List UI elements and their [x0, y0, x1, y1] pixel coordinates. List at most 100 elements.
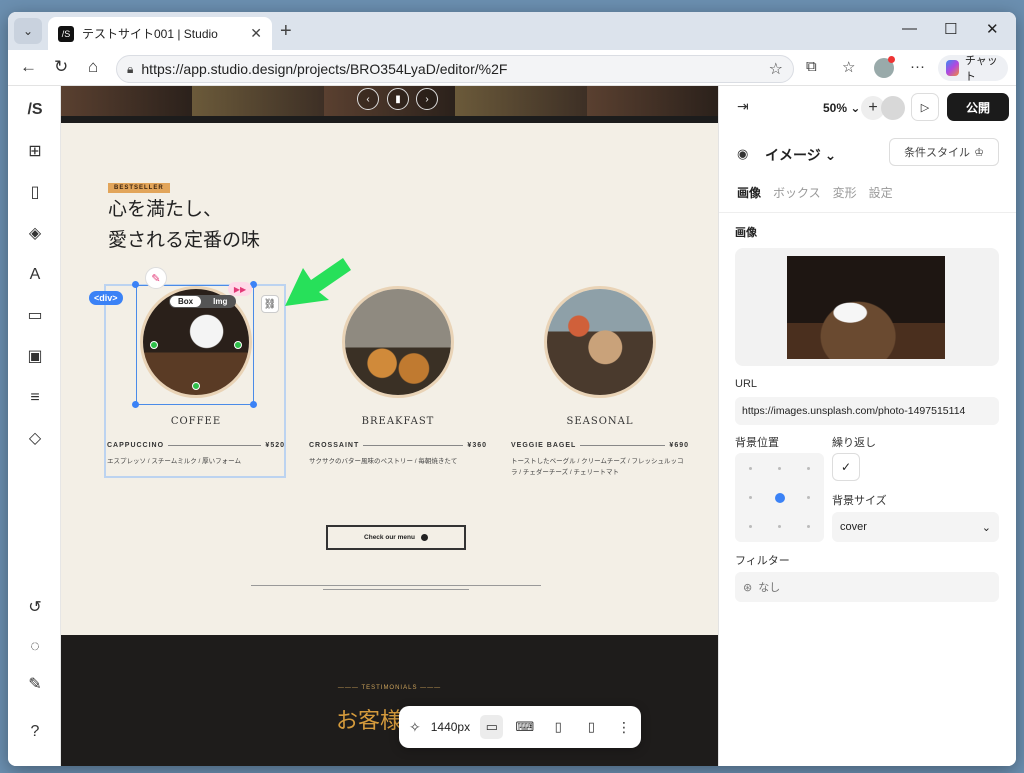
img-tab[interactable]: Img: [205, 296, 235, 307]
green-arrow-annotation: [285, 258, 351, 306]
add-image-icon[interactable]: ▣: [25, 347, 45, 367]
filter-icon: ⊛: [743, 581, 753, 594]
radius-handle-left[interactable]: [150, 341, 158, 349]
minimize-icon[interactable]: —: [902, 20, 917, 37]
item-label: CROSSAINT: [309, 442, 360, 449]
folder-icon[interactable]: ▭: [25, 306, 45, 326]
tab-transform[interactable]: 変形: [833, 184, 857, 201]
components-icon[interactable]: ◇: [25, 429, 45, 449]
bg-size-select[interactable]: cover ⌄: [832, 512, 999, 542]
bagel-image[interactable]: [544, 286, 656, 398]
resize-handle-br[interactable]: [250, 401, 257, 408]
tab-settings[interactable]: 設定: [869, 184, 893, 201]
filter-select[interactable]: ⊛ なし: [735, 572, 999, 602]
image-preview[interactable]: [735, 248, 999, 366]
canvas-width[interactable]: 1440px: [431, 720, 470, 734]
preview-play-icon[interactable]: ▷: [911, 93, 939, 121]
zoom-level[interactable]: 50% ⌄: [823, 101, 860, 115]
user-avatar[interactable]: [881, 96, 905, 120]
studio-logo-icon[interactable]: /S: [25, 100, 45, 120]
resize-handle-tl[interactable]: [132, 281, 139, 288]
slider-next-icon[interactable]: ›: [416, 88, 438, 110]
menu-item-seasonal[interactable]: SEASONAL VEGGIE BAGEL ¥690 トーストしたベーグル / …: [511, 286, 689, 478]
visibility-eye-icon[interactable]: ◉: [737, 146, 748, 162]
tab-box[interactable]: ボックス: [773, 184, 821, 201]
close-tab-icon[interactable]: ✕: [250, 25, 262, 42]
resize-handle-bl[interactable]: [132, 401, 139, 408]
bg-position-center[interactable]: [775, 493, 785, 503]
device-toolbar: ✧ 1440px ▭ ⌨ ▯ ▯ ⋮: [399, 706, 641, 748]
slider-pause-icon[interactable]: ▮: [387, 88, 409, 110]
box-img-toggle[interactable]: Box Img: [169, 295, 237, 308]
tab-image[interactable]: 画像: [737, 184, 761, 201]
image-url-input[interactable]: https://images.unsplash.com/photo-149751…: [735, 397, 999, 425]
slider-prev-icon[interactable]: ‹: [357, 88, 379, 110]
hero-divider: [61, 116, 718, 123]
radius-handle-bottom[interactable]: [192, 382, 200, 390]
home-icon[interactable]: ⌂: [88, 57, 98, 77]
menu-item-breakfast[interactable]: BREAKFAST CROSSAINT ¥360 サクサクのバター風味のペストリ…: [309, 286, 487, 467]
browser-tab[interactable]: /S テストサイト001 | Studio ✕: [48, 17, 272, 50]
comments-icon[interactable]: ◌: [25, 637, 45, 657]
item-price: ¥690: [669, 442, 689, 449]
bg-position-label: 背景位置: [735, 437, 779, 449]
studio-favicon-icon: /S: [58, 25, 74, 42]
history-icon[interactable]: ↺: [25, 598, 45, 618]
item-description: サクサクのバター風味のペストリー / 毎朝焼きたて: [309, 458, 458, 465]
layer-type-dropdown[interactable]: イメージ ⌄: [765, 145, 836, 165]
pen-icon[interactable]: ✎: [145, 267, 167, 289]
collapse-panel-icon[interactable]: ⇥: [737, 98, 749, 115]
property-tabs: 画像 ボックス 変形 設定: [737, 184, 893, 201]
tablet-icon[interactable]: ▯: [547, 715, 570, 739]
url-label: URL: [735, 378, 758, 390]
div-tag[interactable]: <div>: [89, 291, 123, 305]
reload-icon[interactable]: ↻: [54, 57, 68, 77]
crown-icon: ♔: [974, 146, 984, 159]
price-row: CROSSAINT ¥360: [309, 442, 487, 449]
typography-icon[interactable]: A: [25, 265, 45, 285]
laptop-icon[interactable]: ⌨: [513, 715, 536, 739]
radius-handle-right[interactable]: [234, 341, 242, 349]
window-close-icon[interactable]: ✕: [986, 20, 999, 38]
link-icon[interactable]: ⛓: [261, 295, 279, 313]
cms-icon[interactable]: ≡: [25, 388, 45, 408]
edit-icon[interactable]: ✎: [25, 675, 45, 695]
back-icon[interactable]: ←: [20, 57, 37, 77]
section-headline: 心を満たし、 愛される定番の味: [108, 194, 260, 256]
favorite-star-icon[interactable]: ☆: [769, 59, 783, 79]
testimonials-label: ——— TESTIMONIALS ———: [337, 685, 442, 691]
headline-line-2: 愛される定番の味: [108, 229, 261, 251]
conditional-style-button[interactable]: 条件スタイル ♔: [889, 138, 999, 166]
maximize-icon[interactable]: ☐: [944, 20, 957, 38]
copilot-label: チャット: [964, 55, 998, 83]
repeat-label: 繰り返し: [832, 437, 876, 449]
more-icon[interactable]: ···: [910, 58, 925, 75]
repeat-checkbox[interactable]: ✓: [832, 453, 860, 481]
properties-panel: ⇥ 50% ⌄ + ▷ 公開 ◉ イメージ ⌄ 条件スタイル ♔ 画像 ボックス …: [718, 86, 1016, 766]
extensions-icon[interactable]: ⧉: [806, 58, 817, 75]
pages-icon[interactable]: ▯: [25, 183, 45, 203]
copilot-button[interactable]: チャット: [938, 55, 1008, 83]
new-tab-icon[interactable]: +: [280, 20, 292, 43]
item-description: トーストしたベーグル / クリームチーズ / フレッシュルッコラ / チェダーチ…: [511, 458, 684, 476]
url-field[interactable]: 🔒︎ https://app.studio.design/projects/BR…: [116, 55, 794, 83]
tab-actions-icon[interactable]: ⌄: [14, 18, 42, 44]
mobile-icon[interactable]: ▯: [580, 715, 603, 739]
publish-button[interactable]: 公開: [947, 93, 1009, 121]
favorites-icon[interactable]: ☆: [842, 58, 855, 76]
arrow-circle-icon: [420, 534, 428, 541]
desktop-icon[interactable]: ▭: [480, 715, 504, 739]
ai-sparkle-icon[interactable]: ✧: [409, 719, 421, 736]
more-vert-icon[interactable]: ⋮: [617, 719, 631, 736]
bg-position-grid[interactable]: [735, 453, 824, 542]
animation-icon[interactable]: ▶▶: [228, 282, 252, 296]
panel-header: ⇥ 50% ⌄ + ▷ 公開: [719, 86, 1016, 128]
croissant-image[interactable]: [342, 286, 454, 398]
help-icon[interactable]: ?: [25, 722, 45, 742]
layers-icon[interactable]: ◈: [25, 224, 45, 244]
add-elements-icon[interactable]: ⊞: [25, 142, 45, 162]
check-menu-button[interactable]: Check our menu: [326, 525, 466, 550]
box-tab[interactable]: Box: [170, 296, 202, 307]
design-canvas[interactable]: ‹ ▮ › BESTSELLER 心を満たし、 愛される定番の味 COFFEE …: [61, 86, 718, 766]
chevron-down-icon: ⌄: [981, 521, 991, 534]
